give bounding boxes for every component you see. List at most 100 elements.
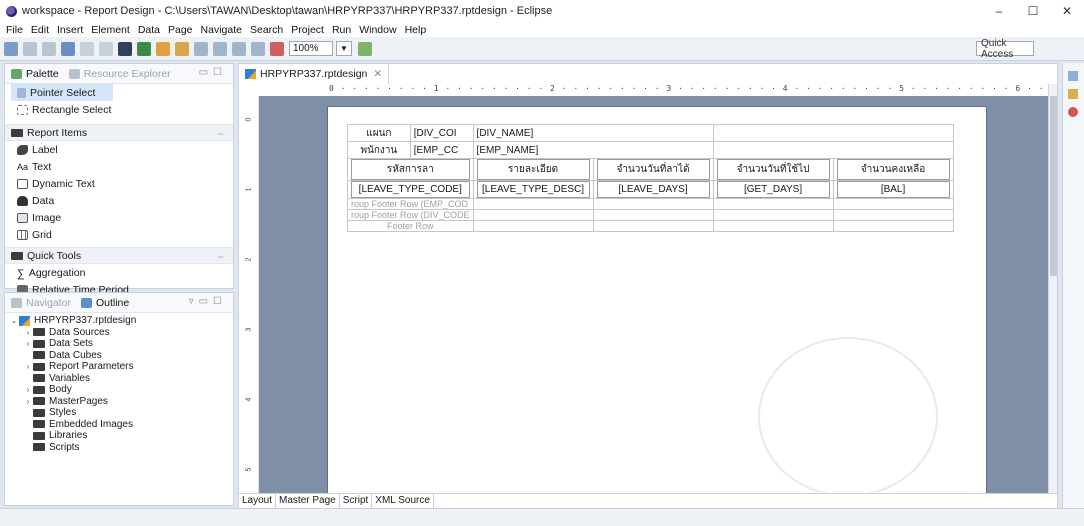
- menu-window[interactable]: Window: [359, 24, 396, 36]
- tab-navigator[interactable]: Navigator: [11, 297, 71, 309]
- open-folder-icon[interactable]: [156, 41, 170, 56]
- detail-balance[interactable]: [BAL]: [832, 180, 954, 199]
- preview-icon[interactable]: [61, 41, 75, 56]
- outline-item-styles[interactable]: Styles: [23, 407, 233, 419]
- outline-item-masterpages[interactable]: › MasterPages: [23, 396, 233, 408]
- redo-icon[interactable]: [99, 41, 113, 56]
- rectangle-select-tool[interactable]: Rectangle Select: [5, 101, 233, 118]
- header-leave-desc[interactable]: รายละเอียด: [472, 158, 594, 181]
- palette-item-label[interactable]: Label: [5, 141, 233, 158]
- tab-resource-explorer[interactable]: Resource Explorer: [68, 68, 171, 80]
- menu-file[interactable]: File: [6, 24, 23, 36]
- report-items-category[interactable]: Report Items ⇔: [5, 124, 233, 141]
- outline-item-data-cubes[interactable]: Data Cubes: [23, 350, 233, 362]
- style-icon[interactable]: [213, 41, 227, 56]
- chevron-right-icon[interactable]: ›: [23, 362, 33, 371]
- header-leave-days[interactable]: จำนวนวันที่ลาได้: [592, 158, 714, 181]
- collapse-icon[interactable]: ⇔: [216, 128, 225, 138]
- editor-vertical-scrollbar[interactable]: [1048, 84, 1057, 495]
- menu-element[interactable]: Element: [91, 24, 130, 36]
- close-tab-icon[interactable]: ✕: [373, 68, 382, 80]
- tab-palette[interactable]: Palette: [11, 68, 59, 80]
- palette-item-image[interactable]: Image: [5, 209, 233, 226]
- outline-item-data-sources[interactable]: › Data Sources: [23, 327, 233, 339]
- menu-insert[interactable]: Insert: [57, 24, 83, 36]
- menu-edit[interactable]: Edit: [31, 24, 49, 36]
- tab-master-page[interactable]: Master Page: [276, 494, 340, 509]
- editor-tab-report[interactable]: HRPYRP337.rptdesign ✕: [239, 64, 390, 84]
- chevron-right-icon[interactable]: ›: [23, 339, 33, 348]
- panel-min-max-controls[interactable]: ▭☐: [199, 67, 227, 78]
- quick-access-field[interactable]: Quick Access: [976, 38, 1034, 60]
- outline-root[interactable]: ⌄ HRPYRP337.rptdesign: [9, 315, 233, 327]
- close-button[interactable]: ✕: [1050, 0, 1084, 22]
- report-table[interactable]: แผนก [DIV_COI [DIV_NAME] พนักงาน [EMP_CC…: [347, 124, 954, 232]
- data-explorer-icon[interactable]: [1068, 89, 1078, 99]
- detail-leave-days[interactable]: [LEAVE_DAYS]: [592, 180, 714, 199]
- detail-leave-code[interactable]: [LEAVE_TYPE_CODE]: [347, 180, 474, 199]
- outline-item-scripts[interactable]: Scripts: [23, 442, 233, 454]
- tab-outline[interactable]: Outline: [80, 297, 129, 309]
- table-footer-row[interactable]: Footer Row: [347, 220, 954, 232]
- outline-item-libraries[interactable]: Libraries: [23, 430, 233, 442]
- palette-item-text[interactable]: Aa Text: [5, 158, 233, 175]
- group-header-emp[interactable]: พนักงาน [EMP_CC [EMP_NAME]: [347, 141, 954, 159]
- zoom-combo[interactable]: 100%: [289, 41, 333, 56]
- new-icon[interactable]: [4, 41, 18, 56]
- scroll-thumb[interactable]: [1050, 96, 1057, 276]
- undo-icon[interactable]: [80, 41, 94, 56]
- property-editor-icon[interactable]: [1068, 71, 1078, 81]
- emp-name-field[interactable]: [EMP_NAME]: [472, 141, 714, 159]
- maximize-button[interactable]: ☐: [1016, 0, 1050, 22]
- div-name-field[interactable]: [DIV_NAME]: [472, 124, 714, 142]
- chevron-down-icon[interactable]: ⌄: [9, 316, 19, 325]
- palette-item-aggregation[interactable]: ∑ Aggregation: [5, 264, 233, 281]
- menu-page[interactable]: Page: [168, 24, 193, 36]
- menu-data[interactable]: Data: [138, 24, 160, 36]
- menu-help[interactable]: Help: [405, 24, 427, 36]
- layout-canvas[interactable]: แผนก [DIV_COI [DIV_NAME] พนักงาน [EMP_CC…: [259, 96, 1049, 494]
- header-get-days[interactable]: จำนวนวันที่ใช้ไป: [712, 158, 834, 181]
- minimize-button[interactable]: –: [982, 0, 1016, 22]
- tab-script[interactable]: Script: [340, 494, 373, 509]
- save-icon[interactable]: [23, 41, 37, 56]
- chevron-down-icon[interactable]: ▼: [336, 41, 352, 56]
- forward-icon[interactable]: [251, 41, 265, 56]
- emp-code-field[interactable]: [EMP_CC: [409, 141, 474, 159]
- detail-leave-desc[interactable]: [LEAVE_TYPE_DESC]: [472, 180, 594, 199]
- report-page[interactable]: แผนก [DIV_COI [DIV_NAME] พนักงาน [EMP_CC…: [327, 106, 987, 494]
- save-all-icon[interactable]: [42, 41, 56, 56]
- group-footer-div[interactable]: roup Footer Row (DIV_CODE: [347, 209, 954, 221]
- chevron-right-icon[interactable]: ›: [23, 385, 33, 394]
- outline-item-embedded-images[interactable]: Embedded Images: [23, 419, 233, 431]
- tab-layout[interactable]: Layout: [239, 494, 277, 509]
- back-icon[interactable]: [232, 41, 246, 56]
- edit-icon[interactable]: [175, 41, 189, 56]
- palette-item-dynamic-text[interactable]: Dynamic Text: [5, 175, 233, 192]
- group-header-div[interactable]: แผนก [DIV_COI [DIV_NAME]: [347, 124, 954, 142]
- outline-item-report-parameters[interactable]: › Report Parameters: [23, 361, 233, 373]
- plugin-icon[interactable]: [358, 41, 372, 56]
- menu-run[interactable]: Run: [332, 24, 351, 36]
- problems-icon[interactable]: [1068, 107, 1078, 117]
- menu-navigate[interactable]: Navigate: [201, 24, 242, 36]
- header-balance[interactable]: จำนวนคงเหลือ: [832, 158, 954, 181]
- marker-icon[interactable]: [270, 41, 284, 56]
- pointer-select-tool[interactable]: Pointer Select: [11, 84, 113, 101]
- tab-xml-source[interactable]: XML Source: [372, 494, 434, 509]
- outline-item-body[interactable]: › Body: [23, 384, 233, 396]
- collapse-icon[interactable]: ⇔: [216, 251, 225, 261]
- outline-item-data-sets[interactable]: › Data Sets: [23, 338, 233, 350]
- chevron-right-icon[interactable]: ›: [23, 397, 33, 406]
- emp-label[interactable]: พนักงาน: [347, 141, 411, 159]
- detail-get-days[interactable]: [GET_DAYS]: [712, 180, 834, 199]
- menu-project[interactable]: Project: [291, 24, 324, 36]
- palette-item-grid[interactable]: Grid: [5, 226, 233, 243]
- group-footer-emp[interactable]: roup Footer Row (EMP_COD: [347, 198, 954, 210]
- menu-search[interactable]: Search: [250, 24, 283, 36]
- quick-tools-category[interactable]: Quick Tools ⇔: [5, 247, 233, 264]
- div-label[interactable]: แผนก: [347, 124, 411, 142]
- outline-item-variables[interactable]: Variables: [23, 373, 233, 385]
- debug-icon[interactable]: [137, 41, 151, 56]
- div-code-field[interactable]: [DIV_COI: [409, 124, 474, 142]
